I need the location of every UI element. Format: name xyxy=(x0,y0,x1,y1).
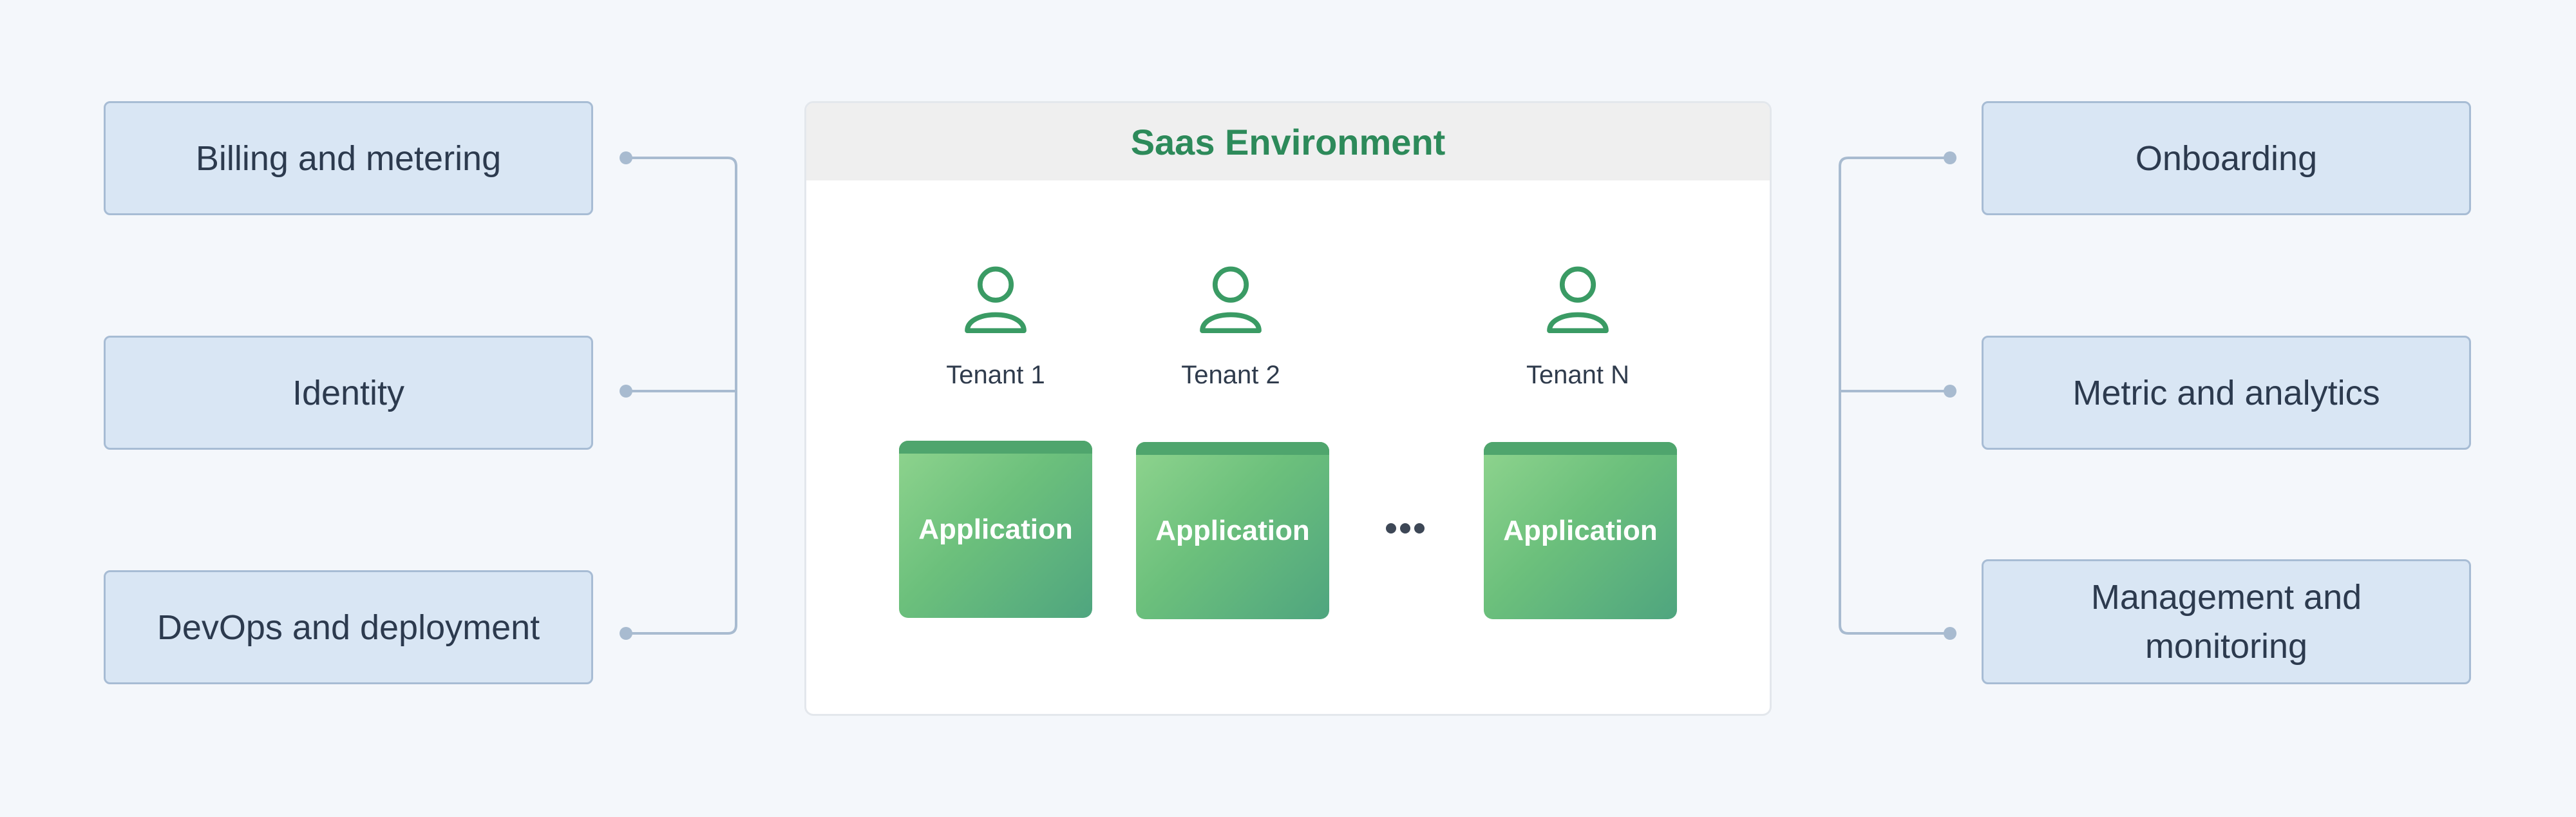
box-label: Metric and analytics xyxy=(2072,373,2380,412)
box-label: Management and monitoring xyxy=(2090,578,2362,666)
tenant-label: Tenant 2 xyxy=(1181,361,1280,389)
ellipsis-icon xyxy=(1386,523,1425,533)
devops-and-deployment-box: DevOps and deployment xyxy=(104,570,593,684)
box-label: Billing and metering xyxy=(195,139,502,178)
right-connector xyxy=(1839,157,1950,635)
tenant-n: Tenant N xyxy=(1481,265,1674,390)
connector-dot xyxy=(620,627,632,640)
connector-dot xyxy=(1944,627,1956,640)
diagram-canvas: Billing and metering Identity DevOps and… xyxy=(0,0,2576,817)
application-block-n: Application xyxy=(1484,442,1677,619)
metric-and-analytics-box: Metric and analytics xyxy=(1982,336,2471,450)
tenant-1: Tenant 1 xyxy=(899,265,1092,390)
connector-dot xyxy=(620,151,632,164)
application-label: Application xyxy=(1155,514,1310,546)
saas-environment-title: Saas Environment xyxy=(1130,121,1446,162)
box-label: DevOps and deployment xyxy=(156,608,540,647)
application-block-1: Application xyxy=(899,441,1092,618)
connector-dot xyxy=(1944,385,1956,398)
box-label: Identity xyxy=(292,373,405,412)
user-icon xyxy=(965,266,1027,334)
application-block-2: Application xyxy=(1136,442,1329,619)
user-icon xyxy=(1200,266,1262,334)
application-label: Application xyxy=(918,513,1073,545)
connector-dot xyxy=(620,385,632,398)
left-connector xyxy=(626,157,737,635)
tenant-label: Tenant 1 xyxy=(946,361,1045,389)
connector-dot xyxy=(1944,151,1956,164)
tenant-2: Tenant 2 xyxy=(1134,265,1327,390)
billing-and-metering-box: Billing and metering xyxy=(104,101,593,215)
saas-environment-header: Saas Environment xyxy=(806,103,1770,180)
saas-environment-panel: Saas Environment xyxy=(804,101,1772,716)
box-label: Onboarding xyxy=(2135,139,2318,178)
tenant-label: Tenant N xyxy=(1526,361,1630,389)
onboarding-box: Onboarding xyxy=(1982,101,2471,215)
management-and-monitoring-box: Management and monitoring xyxy=(1982,559,2471,684)
user-icon xyxy=(1547,266,1609,334)
identity-box: Identity xyxy=(104,336,593,450)
application-label: Application xyxy=(1503,514,1658,546)
